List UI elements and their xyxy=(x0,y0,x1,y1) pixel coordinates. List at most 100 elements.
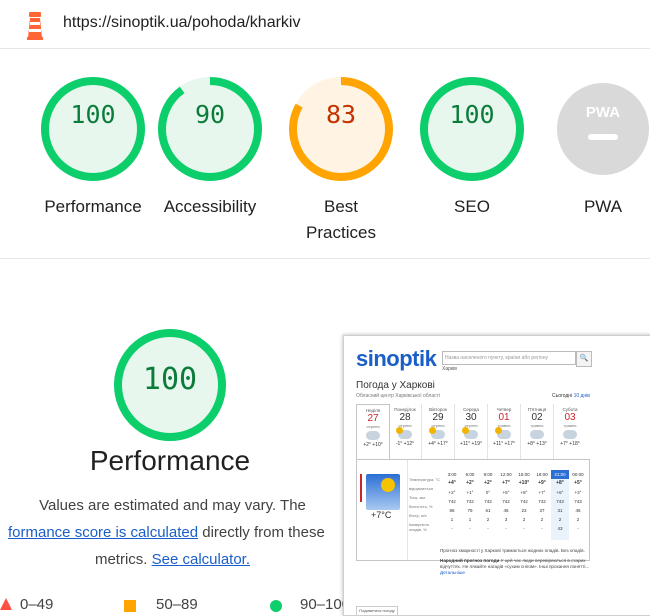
average-square-icon xyxy=(124,600,136,612)
thumb-day: Середа 30 серпня +11° +19° xyxy=(455,404,488,459)
hour-humidity: 79 xyxy=(467,508,473,513)
hour-precip: 43 xyxy=(557,526,563,531)
gauge-label: Accessibility xyxy=(163,197,257,216)
category-gauges: 100 Performance 90 Accessibility 83 Best… xyxy=(0,60,650,260)
sun-cloud-icon xyxy=(495,427,511,439)
cloud-icon xyxy=(563,430,577,439)
cloud-icon xyxy=(530,430,544,439)
hour-humidity: 86 xyxy=(449,508,455,513)
hour-feels: +6° xyxy=(556,490,564,495)
hour-pressure: 742 xyxy=(502,499,510,504)
day-date: 01 xyxy=(498,412,510,423)
hour-pressure: 742 xyxy=(520,499,528,504)
day-month: травня xyxy=(563,423,577,428)
cloud-icon xyxy=(366,431,380,440)
hour-humidity: 46 xyxy=(503,508,509,513)
day-month: серпня xyxy=(398,423,412,428)
gauge-performance[interactable]: 100 Performance xyxy=(28,74,158,220)
hour-precip: - xyxy=(487,526,489,531)
pass-circle-icon xyxy=(270,600,282,612)
hour-feels: 0° xyxy=(485,490,491,495)
hour-temp: +2° xyxy=(466,480,474,486)
day-month: травня xyxy=(530,423,544,428)
legend-average: 50–89 xyxy=(156,596,198,613)
gauge-accessibility[interactable]: 90 Accessibility xyxy=(145,74,275,220)
hour-humidity: 31 xyxy=(557,508,563,513)
hour-precip: - xyxy=(505,526,507,531)
hour-temp: +2° xyxy=(484,480,492,486)
hour-column-highlighted: 21:00 +8° +6° 743 31 2 43 xyxy=(551,470,569,540)
gauge-pwa[interactable]: PWA PWA xyxy=(538,74,650,220)
see-calculator-link[interactable]: See calculator. xyxy=(152,551,250,568)
thumb-current-temp: +7°C xyxy=(371,510,392,520)
gauge-ring xyxy=(158,77,262,181)
sun-cloud-icon xyxy=(429,427,445,439)
gauge-ring xyxy=(289,77,393,181)
thumb-day: Четвер 01 травня +11° +17° xyxy=(488,404,521,459)
sinoptik-logo: sinoptik xyxy=(356,346,437,371)
hour-feels: +7° xyxy=(538,490,546,495)
thumb-bottom-button: Подивитися погоду xyxy=(356,606,398,615)
performance-title: Performance xyxy=(89,445,251,476)
thumb-city: Харків xyxy=(442,366,457,372)
day-month: травня xyxy=(497,423,511,428)
day-temps: +2° +10° xyxy=(363,442,383,448)
thumb-title: Погода у Харкові xyxy=(356,380,435,391)
page-url[interactable]: https://sinoptik.ua/pohoda/kharkiv xyxy=(63,14,300,32)
gauge-score: 100 xyxy=(449,100,495,129)
thumb-search-icon: 🔍 xyxy=(576,351,592,367)
row-label: Імовірність опадів, % xyxy=(409,522,430,532)
score-calculated-link[interactable]: formance score is calculated xyxy=(8,524,198,541)
day-date: 02 xyxy=(531,412,543,423)
gauge-best-practices[interactable]: 83 Best Practices xyxy=(276,74,406,246)
hour-time: 12:00 xyxy=(500,472,512,477)
row-label: Вітер, м/с xyxy=(409,513,427,518)
thumb-today-link: 10 днів xyxy=(573,393,590,399)
url-bar: https://sinoptik.ua/pohoda/kharkiv xyxy=(0,0,650,49)
lighthouse-icon xyxy=(27,12,43,40)
hour-pressure: 742 xyxy=(538,499,546,504)
hour-column: 3:00 +4° +2° 742 86 1 - xyxy=(443,470,461,540)
hour-wind: 2 xyxy=(558,517,562,522)
desc-line-2: formance score is calculated directly fr… xyxy=(0,519,345,546)
desc-line-3: metrics. See calculator. xyxy=(0,546,345,573)
thumb-day: Субота 03 травня +7° +18° xyxy=(554,404,586,459)
sun-icon xyxy=(381,478,395,492)
thumb-hourly-grid: Температура, °C відчувається Тиск, мм Во… xyxy=(409,460,587,560)
hour-temp: +7° xyxy=(502,480,510,486)
thumb-info-2-title: Народний прогноз погоди xyxy=(440,558,500,563)
gauge-score: 90 xyxy=(194,100,226,129)
gauge-label: PWA xyxy=(583,197,623,216)
pwa-badge-text: PWA xyxy=(585,104,621,121)
thumb-info-link: Детальніше xyxy=(440,570,465,575)
hour-humidity: 37 xyxy=(539,508,545,513)
hour-temp: +10° xyxy=(518,480,530,486)
hour-temp: +8° xyxy=(556,480,564,486)
desc-mid-text: directly from these xyxy=(198,524,325,541)
hour-column: 00:00 +5° +3° 743 46 2 - xyxy=(569,470,587,540)
thumb-hourly-panel: +7°C Температура, °C відчувається Тиск, … xyxy=(356,459,590,561)
day-date: 29 xyxy=(432,412,444,423)
hour-column: 18:00 +9° +7° 742 37 2 - xyxy=(533,470,551,540)
hour-wind: 3 xyxy=(504,517,508,522)
hour-temp: +4° xyxy=(448,480,456,486)
gauge-seo[interactable]: 100 SEO xyxy=(407,74,537,220)
day-month: серпня xyxy=(431,423,445,428)
hour-time: 9:00 xyxy=(483,472,493,477)
thumb-info: Прогноз хмарності у Харкові тримається ж… xyxy=(440,548,590,576)
row-label: відчувається xyxy=(409,486,433,491)
thumb-day: П'ятниця 02 травня +8° +13° xyxy=(521,404,554,459)
thumb-today: Сьогодні 10 днів xyxy=(552,393,590,399)
hour-temp: +5° xyxy=(574,480,582,486)
gauge-score: 83 xyxy=(325,100,357,129)
thumb-info-2: Народний прогноз погоди У цей час люди п… xyxy=(440,558,590,576)
legend-fail: 0–49 xyxy=(20,596,54,613)
gauge-label: SEO xyxy=(454,197,490,216)
hour-column: 15:00 +10° +8° 742 23 2 - xyxy=(515,470,533,540)
thumb-today-label: Сьогодні xyxy=(552,393,573,399)
hour-feels: +5° xyxy=(502,490,510,495)
performance-description: Values are estimated and may vary. The f… xyxy=(0,492,345,573)
desc-line-1: Values are estimated and may vary. The xyxy=(39,497,306,514)
gauge-label: Best Practices xyxy=(306,197,376,242)
hour-pressure: 742 xyxy=(448,499,456,504)
